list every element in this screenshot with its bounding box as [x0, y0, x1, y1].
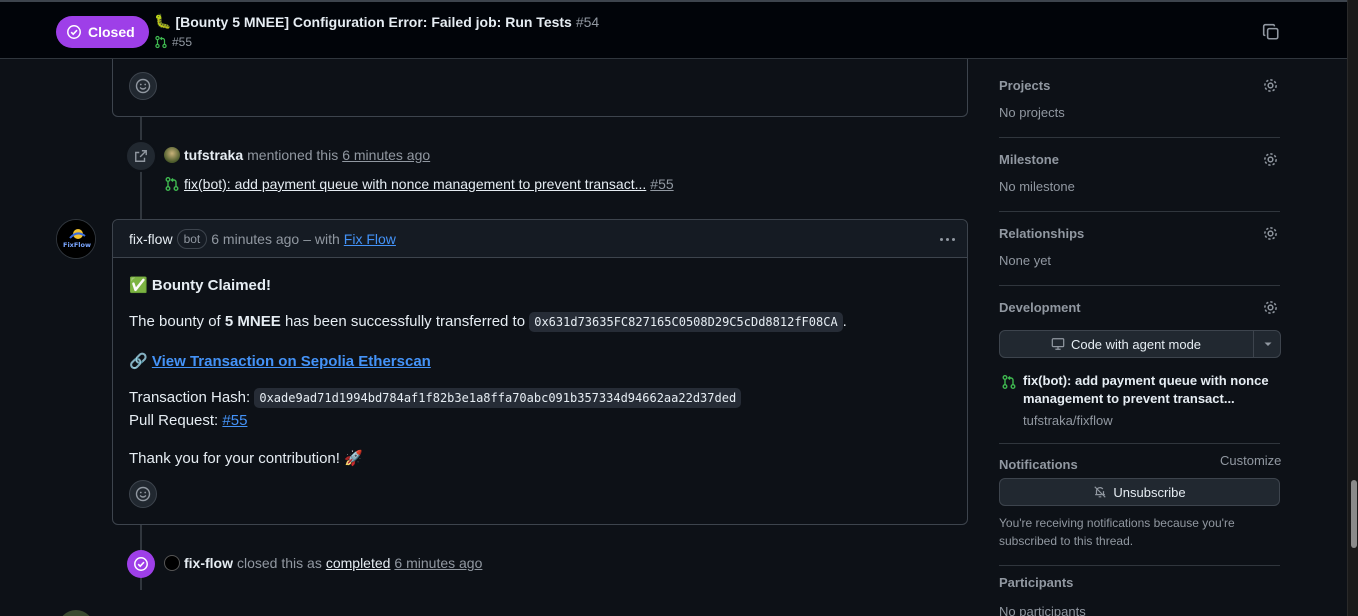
agent-mode-dropdown-button[interactable]	[1253, 330, 1281, 358]
triangle-down-icon	[1264, 342, 1271, 346]
check-emoji: ✅	[129, 277, 148, 294]
milestone-value: No milestone	[999, 179, 1075, 194]
bug-icon: 🐛	[154, 13, 172, 29]
relationships-value: None yet	[999, 253, 1052, 268]
divider	[999, 443, 1280, 444]
linked-pr-number[interactable]: #55	[172, 35, 192, 49]
pull-request-line: Pull Request: #55	[129, 412, 248, 429]
comment-options-button[interactable]	[937, 229, 957, 249]
gear-icon[interactable]	[1262, 151, 1279, 168]
pull-request-link[interactable]: #55	[222, 412, 247, 429]
milestone-heading[interactable]: Milestone	[999, 152, 1059, 167]
link-emoji: 🔗	[129, 353, 148, 370]
device-desktop-icon	[1051, 338, 1065, 350]
git-pull-request-icon	[155, 35, 167, 49]
mention-user-link[interactable]: tufstraka	[184, 147, 243, 163]
customize-link[interactable]: Customize	[1220, 453, 1281, 468]
comment-header: fix-flow bot 6 minutes ago – with Fix Fl…	[113, 220, 967, 258]
closed-event-icon	[127, 550, 155, 578]
mention-event: tufstraka mentioned this 6 minutes ago	[164, 147, 430, 163]
comment-with-text: – with	[303, 230, 340, 247]
code-with-agent-button[interactable]: Code with agent mode	[999, 330, 1281, 358]
add-reaction-button[interactable]	[129, 480, 157, 508]
development-pr-link[interactable]: fix(bot): add payment queue with nonce m…	[1023, 372, 1273, 408]
copy-icon[interactable]	[1262, 23, 1280, 41]
app-link[interactable]: Fix Flow	[344, 231, 396, 247]
divider	[999, 285, 1280, 286]
unsubscribe-button[interactable]: Unsubscribe	[999, 478, 1280, 506]
thanks-line: Thank you for your contribution! 🚀	[129, 450, 363, 467]
development-pr-repo: tufstraka/fixflow	[1023, 413, 1113, 428]
avatar[interactable]	[164, 147, 180, 163]
participants-heading: Participants	[999, 575, 1074, 590]
gear-icon[interactable]	[1262, 299, 1279, 316]
scrollbar-thumb[interactable]	[1351, 480, 1357, 548]
page-scrollbar[interactable]	[1347, 0, 1358, 616]
issue-closed-icon	[134, 557, 148, 571]
bot-comment-box: fix-flow bot 6 minutes ago – with Fix Fl…	[112, 219, 968, 525]
wallet-address: 0x631d73635FC827165C0508D29C5cDd8812fF08…	[529, 312, 843, 332]
mention-text: mentioned this	[247, 147, 339, 163]
fix-flow-avatar[interactable]: FixFlow	[56, 219, 96, 259]
mention-pr-number-link[interactable]: #55	[650, 176, 673, 192]
issue-closed-icon	[67, 25, 81, 39]
relationships-heading[interactable]: Relationships	[999, 226, 1084, 241]
mention-time-link[interactable]: 6 minutes ago	[342, 147, 430, 163]
git-pull-request-icon	[1002, 375, 1016, 389]
transaction-hash-line: Transaction Hash: 0xade9ad71d1994bd784af…	[129, 388, 742, 408]
issue-title[interactable]: [Bounty 5 MNEE] Configuration Error: Fai…	[175, 14, 571, 30]
closed-reason-link[interactable]: completed	[326, 555, 391, 571]
mention-pr-reference[interactable]: fix(bot): add payment queue with nonce m…	[164, 176, 674, 192]
status-badge: Closed	[56, 16, 149, 48]
avatar[interactable]	[164, 555, 180, 571]
closed-event: fix-flow closed this as completed 6 minu…	[164, 555, 482, 571]
smiley-icon	[135, 486, 151, 502]
etherscan-link[interactable]: View Transaction on Sepolia Etherscan	[152, 353, 431, 370]
gear-icon[interactable]	[1262, 77, 1279, 94]
git-pull-request-icon	[165, 177, 179, 191]
development-heading[interactable]: Development	[999, 300, 1081, 315]
bell-slash-icon	[1094, 486, 1107, 498]
add-reaction-button[interactable]	[129, 72, 157, 100]
bounty-heading: ✅ Bounty Claimed!	[129, 277, 272, 294]
fixflow-logo-icon: FixFlow	[57, 220, 95, 258]
transaction-hash: 0xade9ad71d1994bd784af1f82b3e1a8ffa70abc…	[254, 388, 742, 408]
mention-pr-title-link[interactable]: fix(bot): add payment queue with nonce m…	[184, 176, 646, 192]
divider	[999, 211, 1280, 212]
avatar-logo-text: FixFlow	[63, 241, 91, 249]
linked-pr[interactable]: #55	[154, 35, 192, 49]
divider	[999, 137, 1280, 138]
bot-label: bot	[176, 228, 208, 249]
notifications-heading: Notifications	[999, 457, 1078, 472]
closed-time-link[interactable]: 6 minutes ago	[394, 555, 482, 571]
cross-reference-event-icon	[125, 140, 157, 172]
smiley-icon	[135, 78, 151, 94]
comment-time-link[interactable]: 6 minutes ago	[211, 231, 299, 247]
projects-heading[interactable]: Projects	[999, 78, 1050, 93]
comment-author-link[interactable]: fix-flow	[129, 231, 173, 247]
notifications-note: You're receiving notifications because y…	[999, 516, 1235, 548]
sticky-issue-header: Closed 🐛 [Bounty 5 MNEE] Configuration E…	[0, 0, 1347, 59]
projects-value: No projects	[999, 105, 1065, 120]
issue-number: #54	[575, 13, 600, 30]
gear-icon[interactable]	[1262, 225, 1279, 242]
closed-text: closed this as	[237, 555, 322, 571]
link-external-icon	[135, 150, 147, 162]
bounty-transfer-line: The bounty of 5 MNEE has been successful…	[129, 312, 847, 332]
closed-user-link[interactable]: fix-flow	[184, 555, 233, 571]
sticky-title[interactable]: 🐛 [Bounty 5 MNEE] Configuration Error: F…	[154, 13, 599, 30]
next-avatar	[58, 610, 94, 616]
etherscan-link-line: 🔗 View Transaction on Sepolia Etherscan	[129, 352, 431, 370]
participants-value: No participants	[999, 604, 1086, 616]
divider	[999, 565, 1280, 566]
